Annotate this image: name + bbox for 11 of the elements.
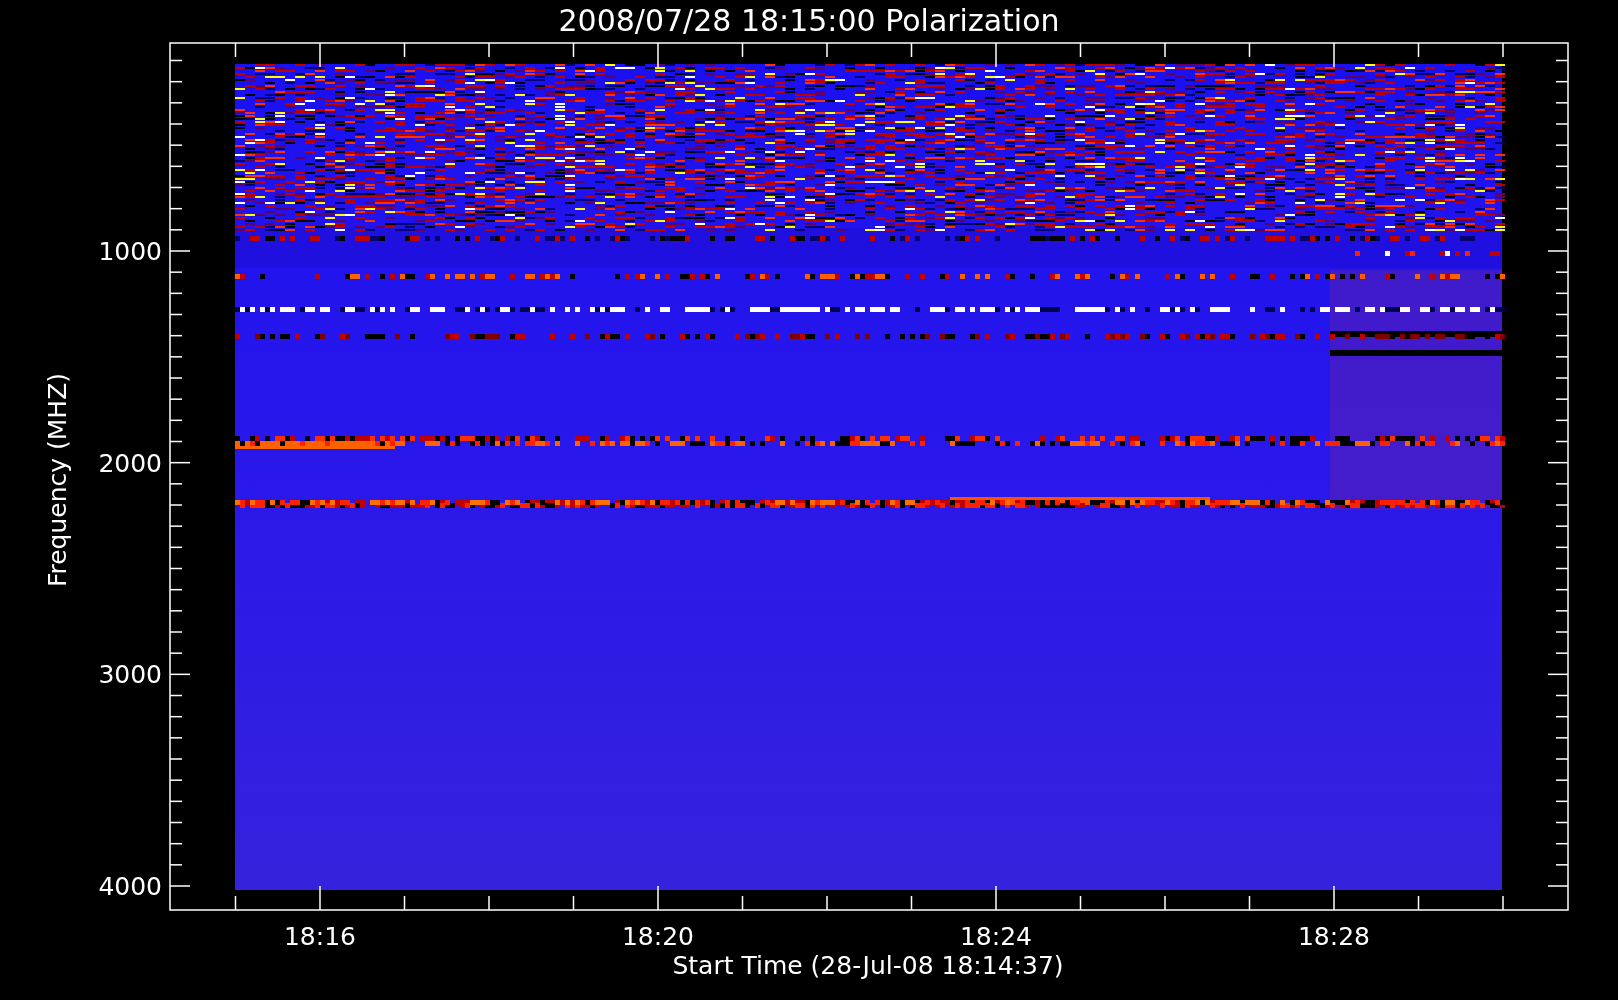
- y-tick-label: 2000: [98, 448, 162, 478]
- x-tick-label: 18:24: [960, 922, 1032, 951]
- y-axis-label: Frequency (MHZ): [43, 372, 72, 588]
- y-tick-label: 3000: [98, 660, 162, 690]
- x-tick-label: 18:16: [284, 922, 356, 951]
- x-tick-label: 18:28: [1298, 922, 1370, 951]
- x-axis-label: Start Time (28-Jul-08 18:14:37): [672, 951, 1064, 980]
- y-tick-label: 4000: [98, 872, 162, 901]
- plot-title: 2008/07/28 18:15:00 Polarization: [558, 3, 1060, 38]
- y-tick-label: 1000: [98, 237, 162, 266]
- x-tick-label: 18:20: [622, 922, 694, 951]
